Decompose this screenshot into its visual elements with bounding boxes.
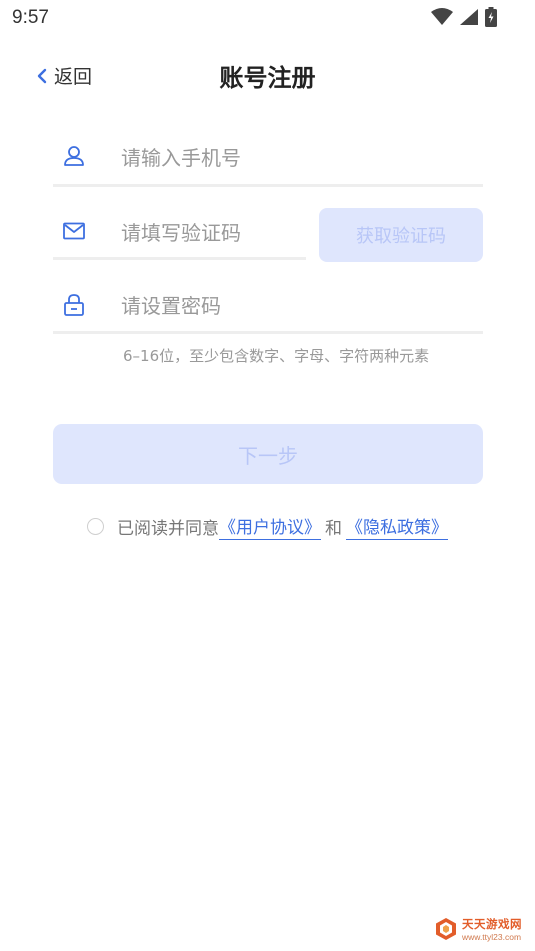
watermark-name: 天天游戏网	[462, 917, 522, 931]
agreement-and: 和	[325, 519, 342, 539]
password-input[interactable]	[121, 291, 461, 321]
agreement-prefix: 已阅读并同意	[117, 519, 219, 539]
signal-icon	[460, 9, 478, 25]
status-icons	[431, 7, 497, 27]
watermark: 天天游戏网 www.ttyl23.com	[434, 915, 529, 945]
next-button[interactable]: 下一步	[53, 424, 483, 484]
status-time: 9:57	[12, 7, 49, 28]
battery-icon	[485, 7, 497, 27]
phone-input[interactable]	[121, 143, 461, 173]
password-field	[53, 283, 483, 337]
lock-icon	[64, 294, 84, 316]
mail-icon	[63, 222, 85, 240]
agreement: 已阅读并同意 《用户协议》 和 《隐私政策》	[87, 513, 448, 540]
watermark-logo-icon	[436, 918, 456, 940]
watermark-url: www.ttyl23.com	[462, 932, 522, 942]
agree-checkbox[interactable]	[87, 518, 104, 535]
password-underline	[53, 331, 483, 334]
code-underline	[53, 257, 306, 260]
nav-bar: 返回 账号注册	[0, 52, 535, 98]
password-hint: 6–16位，至少包含数字、字母、字符两种元素	[123, 347, 430, 365]
code-input[interactable]	[121, 218, 301, 248]
page-title: 账号注册	[219, 64, 316, 92]
wifi-icon	[431, 8, 453, 25]
status-bar: 9:57	[0, 0, 535, 36]
get-code-button[interactable]: 获取验证码	[319, 208, 483, 262]
code-field	[53, 210, 306, 264]
phone-field	[53, 135, 483, 189]
privacy-policy-link[interactable]: 《隐私政策》	[346, 513, 448, 540]
phone-underline	[53, 184, 483, 187]
user-agreement-link[interactable]: 《用户协议》	[219, 513, 321, 540]
user-icon	[64, 146, 84, 166]
